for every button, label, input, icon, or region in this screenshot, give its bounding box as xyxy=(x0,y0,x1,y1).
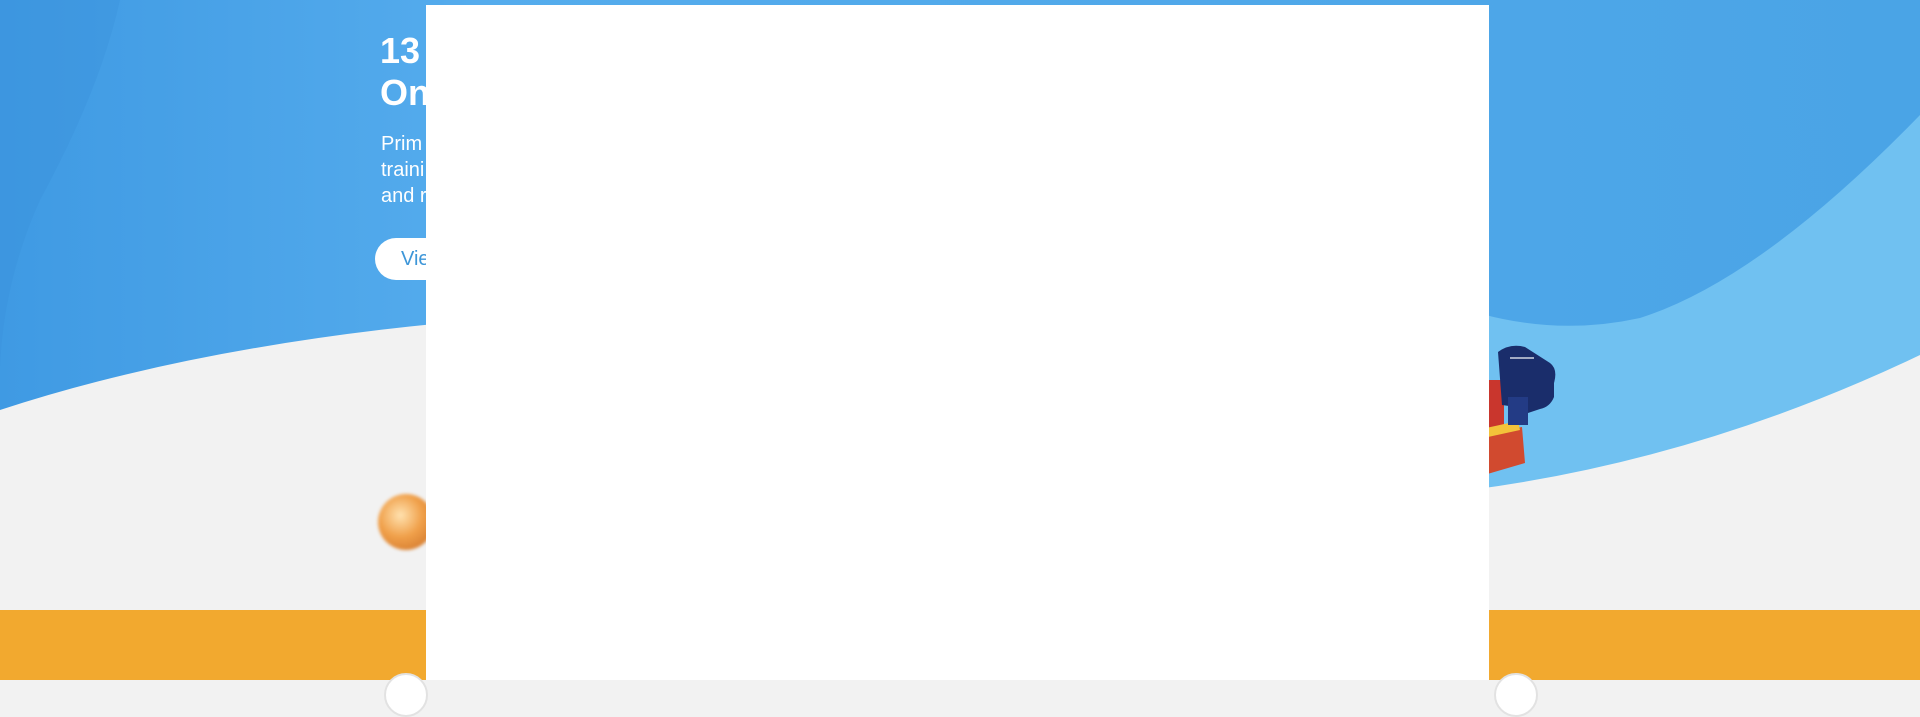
robot-logo-strip xyxy=(1510,357,1534,359)
hero-title-line-1: 13 xyxy=(380,30,421,71)
hero-title-line-2: On xyxy=(380,72,430,113)
hero-title: 13 On xyxy=(380,30,430,114)
modal-popup[interactable] xyxy=(426,5,1489,680)
robot-blue-arm xyxy=(1508,397,1528,425)
